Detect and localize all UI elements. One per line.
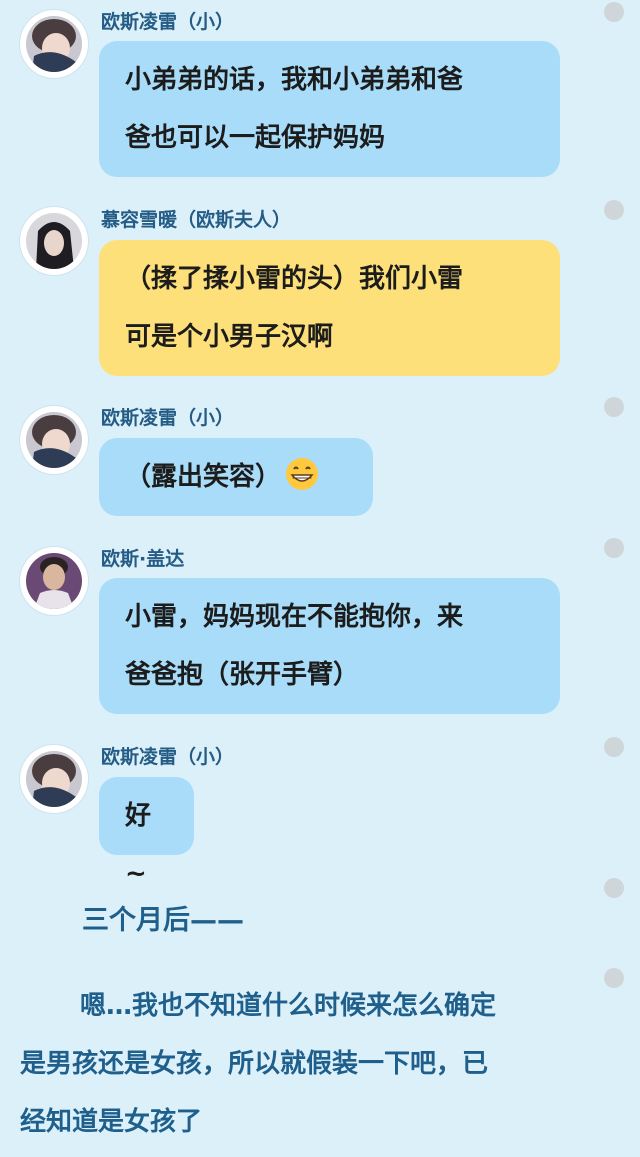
avatar-photo	[26, 213, 82, 269]
avatar[interactable]	[20, 745, 88, 813]
message-text-line: 小弟弟的话，我和小弟弟和爸	[125, 65, 464, 95]
avatar[interactable]	[20, 207, 88, 275]
message-text-line: （揉了揉小雷的头）我们小雷	[125, 264, 464, 294]
message-bubble[interactable]: （揉了揉小雷的头）我们小雷 可是个小男子汉啊	[99, 240, 560, 376]
side-dot	[604, 737, 624, 757]
avatar-photo	[26, 553, 82, 609]
message-text-line: （露出笑容）	[125, 462, 282, 492]
avatar[interactable]	[20, 547, 88, 615]
chat-page: 欧斯凌雷（小） 小弟弟的话，我和小弟弟和爸 爸也可以一起保护妈妈 慕容雪暖（欧斯…	[0, 0, 640, 1157]
side-dot	[604, 878, 624, 898]
sender-name: 欧斯凌雷（小）	[101, 407, 235, 429]
message-text-line: 爸爸抱（张开手臂）	[125, 660, 360, 690]
narration-line: 嗯…我也不知道什么时候来怎么确定	[80, 991, 497, 1021]
time-skip-text: 三个月后——	[82, 905, 244, 936]
message-bubble[interactable]: 小雷，妈妈现在不能抱你，来 爸爸抱（张开手臂）	[99, 578, 560, 714]
message-bubble[interactable]: 好~	[99, 777, 194, 889]
narration-line: 是男孩还是女孩，所以就假装一下吧，已	[20, 1049, 489, 1079]
message-text-line: 小雷，妈妈现在不能抱你，来	[125, 602, 464, 632]
message-text-line: 好~	[125, 801, 152, 889]
side-dot	[604, 397, 624, 417]
avatar-photo	[26, 751, 82, 807]
avatar[interactable]	[20, 10, 88, 78]
side-dot	[604, 2, 624, 22]
message-bubble[interactable]: （露出笑容）	[99, 438, 373, 516]
sender-name: 欧斯凌雷（小）	[101, 11, 235, 33]
narration-line: 经知道是女孩了	[20, 1107, 203, 1137]
side-dot	[604, 968, 624, 988]
avatar-photo	[26, 16, 82, 72]
message-text-line: 可是个小男子汉啊	[125, 322, 334, 352]
sender-name: 欧斯凌雷（小）	[101, 746, 235, 768]
message-bubble[interactable]: 小弟弟的话，我和小弟弟和爸 爸也可以一起保护妈妈	[99, 41, 560, 177]
side-dot	[604, 538, 624, 558]
grinning-face-icon	[285, 454, 319, 490]
avatar-photo	[26, 412, 82, 468]
side-dot	[604, 200, 624, 220]
sender-name: 欧斯·盖达	[101, 548, 185, 570]
sender-name: 慕容雪暖（欧斯夫人）	[101, 209, 292, 231]
message-text-line: 爸也可以一起保护妈妈	[125, 123, 386, 153]
avatar[interactable]	[20, 406, 88, 474]
